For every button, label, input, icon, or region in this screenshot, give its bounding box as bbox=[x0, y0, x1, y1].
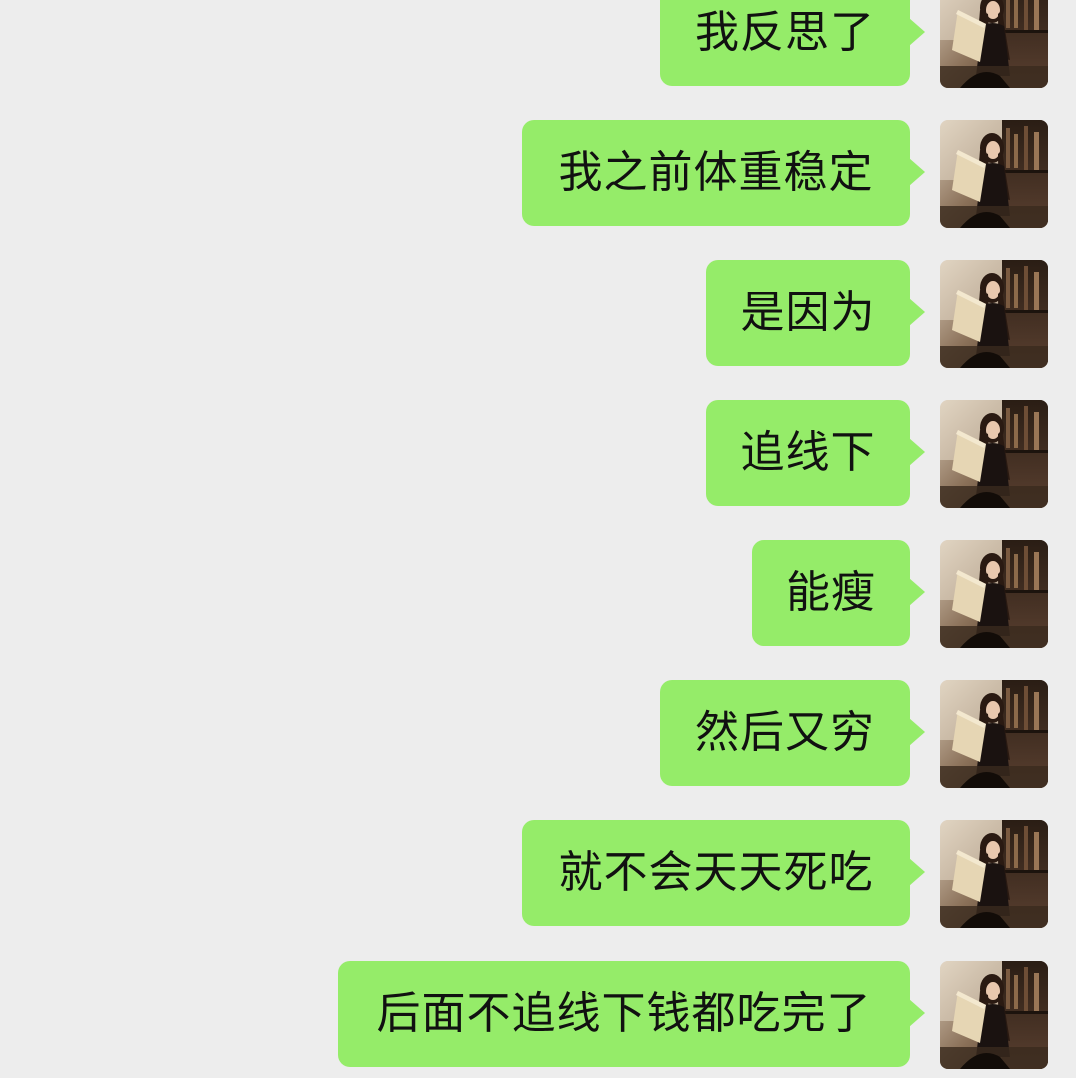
message-text: 追线下 bbox=[740, 427, 876, 478]
message-row: 然后又穷 bbox=[0, 680, 1076, 788]
message-bubble[interactable]: 能瘦 bbox=[752, 540, 925, 646]
message-row: 后面不追线下钱都吃完了 bbox=[0, 961, 1076, 1069]
message-text: 就不会天天死吃 bbox=[558, 847, 874, 898]
message-row: 我之前体重稳定 bbox=[0, 120, 1076, 228]
message-text: 然后又穷 bbox=[695, 707, 875, 758]
user-avatar-icon[interactable] bbox=[940, 120, 1048, 228]
user-avatar-icon[interactable] bbox=[940, 540, 1048, 648]
message-row: 是因为 bbox=[0, 260, 1076, 368]
message-row: 能瘦 bbox=[0, 540, 1076, 648]
user-avatar-icon[interactable] bbox=[940, 260, 1048, 368]
user-avatar-icon[interactable] bbox=[940, 400, 1048, 508]
message-bubble[interactable]: 然后又穷 bbox=[660, 680, 925, 786]
message-row: 追线下 bbox=[0, 400, 1076, 508]
message-bubble[interactable]: 追线下 bbox=[706, 400, 925, 506]
user-avatar-icon[interactable] bbox=[940, 0, 1048, 88]
message-bubble[interactable]: 我之前体重稳定 bbox=[522, 120, 925, 226]
message-text: 后面不追线下钱都吃完了 bbox=[376, 988, 872, 1039]
chat-message-list[interactable]: 我反思了 我之前体重稳定 是因为 追线下 能瘦 然后又穷 就不会天天死吃 后面不… bbox=[0, 0, 1076, 1078]
message-bubble[interactable]: 我反思了 bbox=[660, 0, 925, 86]
message-text: 我之前体重稳定 bbox=[558, 147, 874, 198]
user-avatar-icon[interactable] bbox=[940, 961, 1048, 1069]
message-text: 能瘦 bbox=[786, 567, 876, 618]
message-row: 就不会天天死吃 bbox=[0, 820, 1076, 928]
message-bubble[interactable]: 后面不追线下钱都吃完了 bbox=[338, 961, 925, 1067]
user-avatar-icon[interactable] bbox=[940, 820, 1048, 928]
message-row: 我反思了 bbox=[0, 0, 1076, 88]
message-bubble[interactable]: 就不会天天死吃 bbox=[522, 820, 925, 926]
user-avatar-icon[interactable] bbox=[940, 680, 1048, 788]
message-bubble[interactable]: 是因为 bbox=[706, 260, 925, 366]
message-text: 是因为 bbox=[740, 287, 876, 338]
message-text: 我反思了 bbox=[695, 7, 875, 58]
